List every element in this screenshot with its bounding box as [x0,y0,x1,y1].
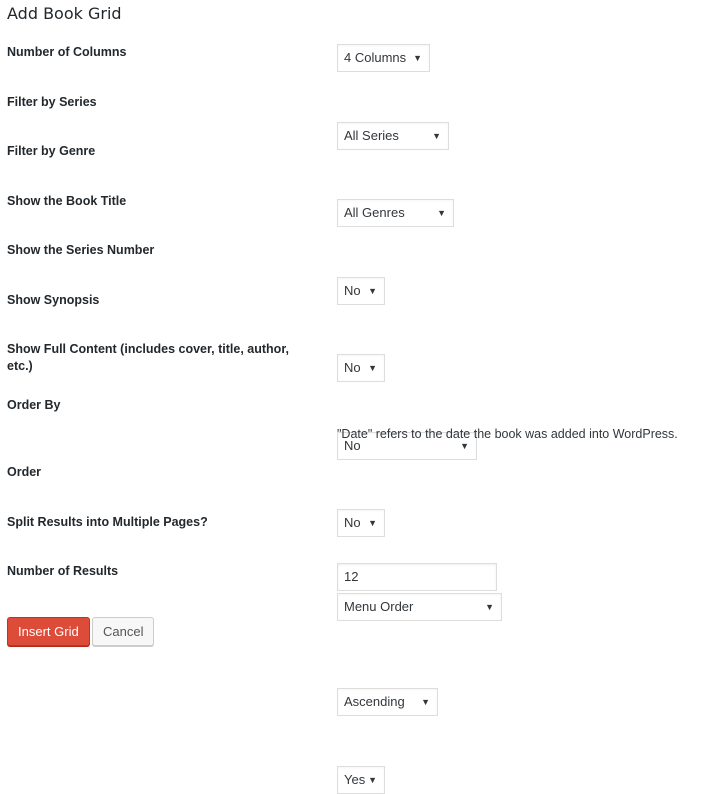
label-show-book-title: Show the Book Title [7,194,127,208]
select-value: All Genres [344,205,405,220]
label-filter-by-genre: Filter by Genre [7,144,96,158]
chevron-down-icon: ▼ [368,363,377,373]
select-value: Menu Order [344,599,414,614]
select-value: No [344,360,361,375]
page-title: Add Book Grid [7,4,122,23]
chevron-down-icon: ▼ [413,53,422,63]
select-value: No [344,515,361,530]
label-show-synopsis: Show Synopsis [7,293,100,307]
select-order-by[interactable]: Menu Order ▼ [337,593,502,621]
label-order-by: Order By [7,398,61,412]
select-value: No [344,283,361,298]
select-show-book-title[interactable]: No ▼ [337,277,385,305]
select-show-series-number[interactable]: No ▼ [337,354,385,382]
select-order[interactable]: Ascending ▼ [337,688,438,716]
select-show-full-content[interactable]: No ▼ [337,509,385,537]
select-filter-by-genre[interactable]: All Genres ▼ [337,199,454,227]
select-split-results[interactable]: Yes ▼ [337,766,385,794]
label-filter-by-series: Filter by Series [7,95,97,109]
select-value: Yes [344,772,366,787]
chevron-down-icon: ▼ [368,518,377,528]
select-value: Ascending [344,694,405,709]
label-order: Order [7,465,42,479]
label-show-series-number: Show the Series Number [7,243,155,257]
chevron-down-icon: ▼ [432,131,441,141]
label-show-full-content: Show Full Content (includes cover, title… [7,342,289,373]
label-number-of-results: Number of Results [7,564,119,578]
chevron-down-icon: ▼ [437,208,446,218]
chevron-down-icon: ▼ [368,775,377,785]
select-value: All Series [344,128,399,143]
label-split-results: Split Results into Multiple Pages? [7,515,208,529]
select-number-of-columns[interactable]: 4 Columns ▼ [337,44,430,72]
select-filter-by-series[interactable]: All Series ▼ [337,122,449,150]
order-by-description: "Date" refers to the date the book was a… [337,427,678,441]
select-value: 4 Columns [344,50,407,65]
input-number-of-results[interactable]: 12 [337,563,497,591]
label-number-of-columns: Number of Columns [7,45,127,59]
insert-grid-button[interactable]: Insert Grid [7,617,90,646]
chevron-down-icon: ▼ [485,602,494,612]
cancel-button[interactable]: Cancel [92,617,155,646]
chevron-down-icon: ▼ [421,697,430,707]
chevron-down-icon: ▼ [368,286,377,296]
